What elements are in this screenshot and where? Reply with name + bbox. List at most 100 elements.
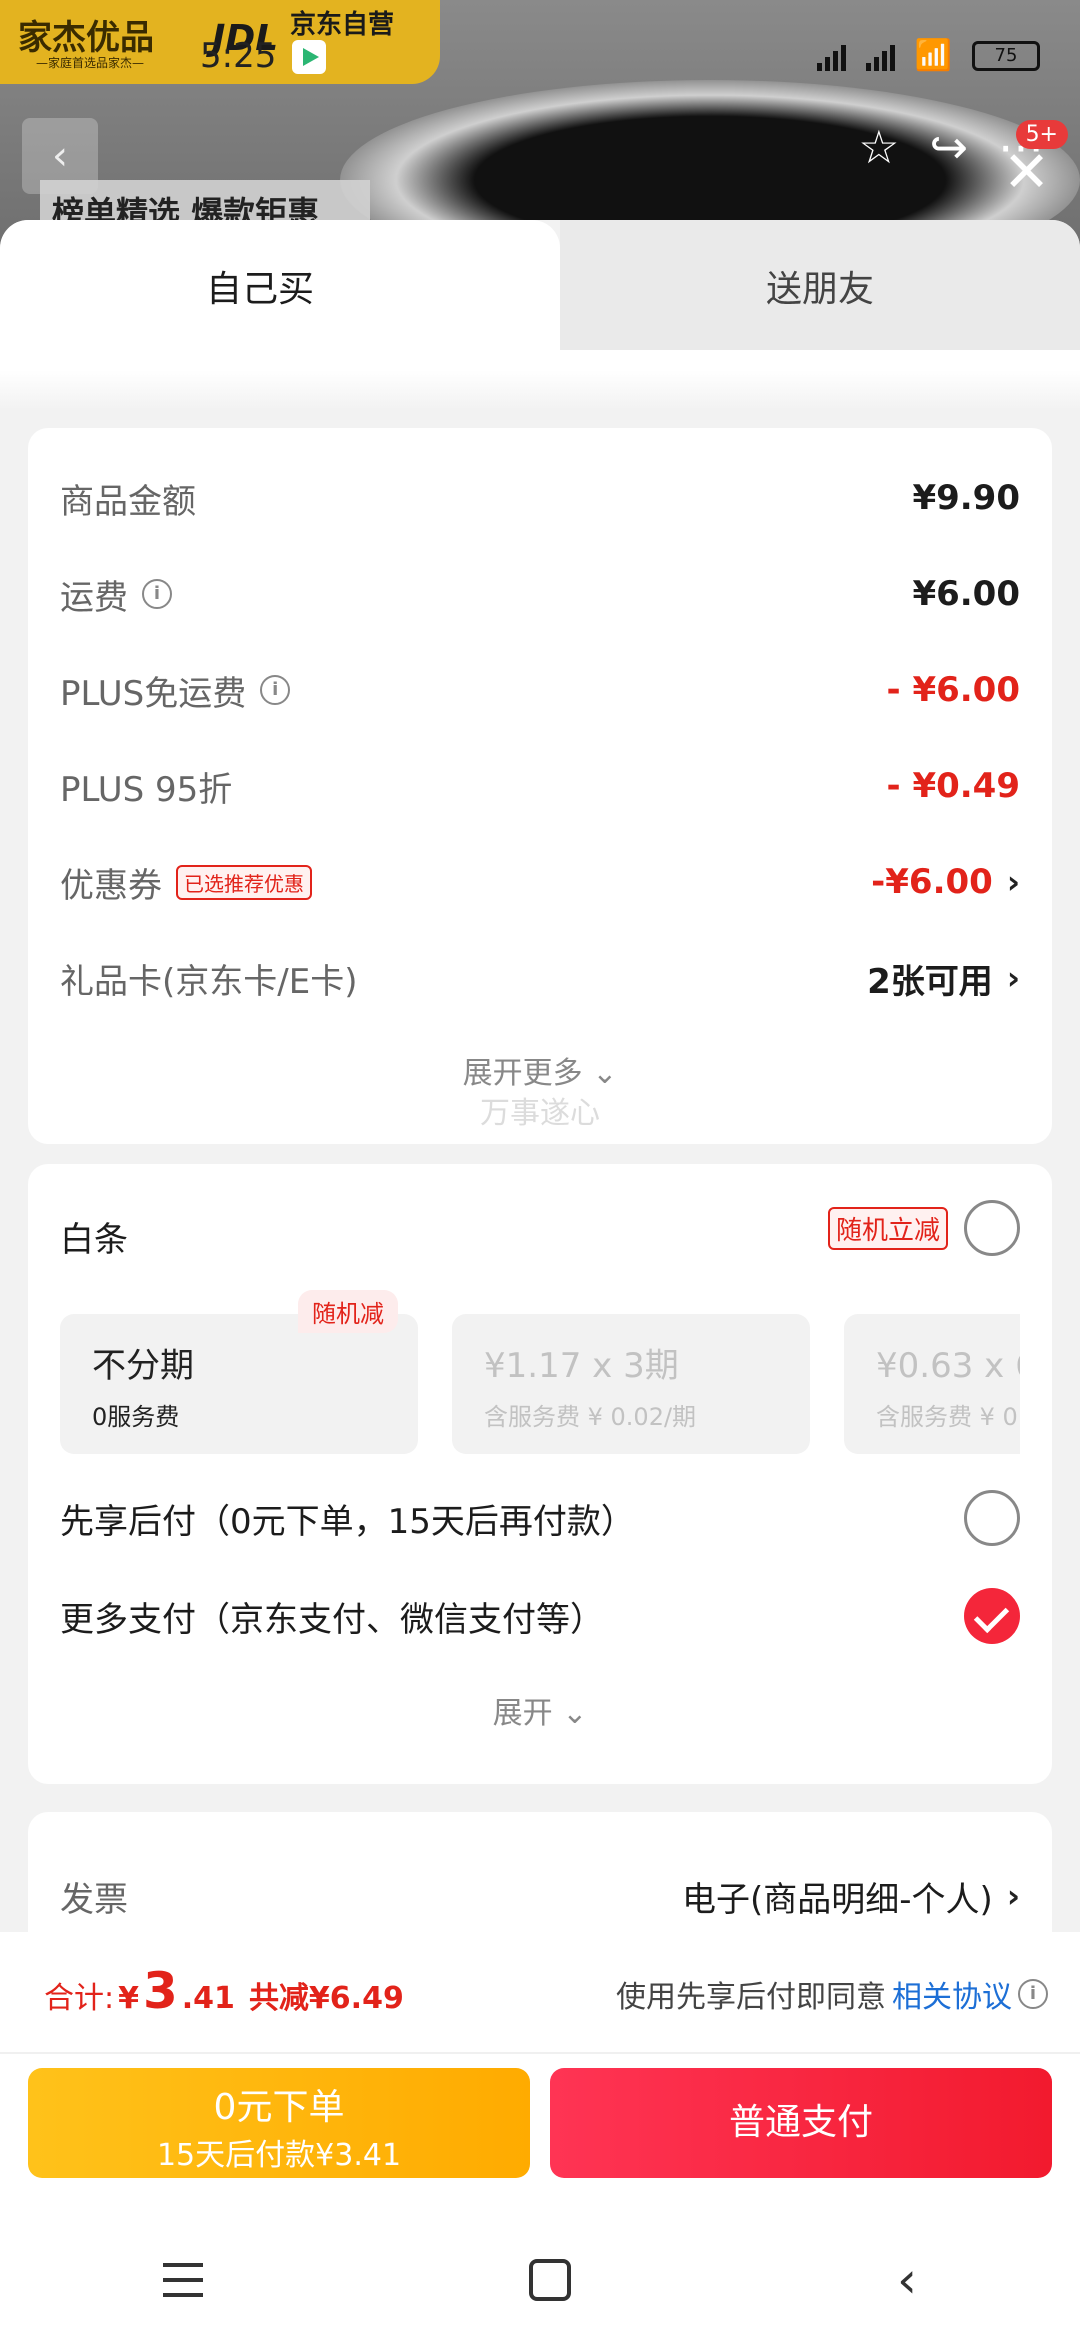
total-dec: .41 [181,1981,235,2016]
installment-option-6[interactable]: ¥0.63 x 6期 含服务费 ¥ 0 [844,1314,1020,1454]
agreement-text: 使用先享后付即同意 [616,1980,886,2015]
plus-free-shipping-label-wrap: PLUS免运费 i [60,666,291,715]
installment-title: ¥0.63 x 6期 [876,1346,1020,1386]
tab-buy-self-label: 自己买 [205,269,314,310]
installment-title: ¥1.17 x 3期 [484,1346,679,1386]
zero-order-button[interactable]: 0元下单 15天后付款¥3.41 [28,2068,530,2178]
price-row-shipping: 运费 i ¥6.00 [60,564,1020,624]
expand-payment-button[interactable]: 展开 ⌄ [28,1688,1052,1732]
chevron-right-icon: › [1006,959,1020,997]
ad-brand: 家杰优品 [18,18,154,58]
agreement-line: 使用先享后付即同意 相关协议 i [616,1972,1048,2016]
signal-icon-2 [865,41,895,71]
info-icon[interactable]: i [260,675,291,705]
gift-card-value: 2张可用 [867,961,993,1002]
back-arrow-icon[interactable]: ‹ [897,2251,917,2309]
status-time: 5:25 [200,36,277,76]
payment-method-card: 白条 随机立减 不分期 0服务费 ¥1.17 x 3期 含服务费 ¥ 0.02/… [28,1164,1052,1784]
goods-amount-value: ¥9.90 [912,478,1020,518]
agreement-link[interactable]: 相关协议 [892,1972,1012,2016]
close-icon[interactable]: ✕ [1003,140,1050,205]
home-icon[interactable] [529,2259,571,2301]
price-row-coupon[interactable]: 优惠券 已选推荐优惠 -¥6.00 › [60,852,1020,912]
total-line: 合计: ¥ 3 .41 共减¥6.49 [44,1962,404,2020]
footer-divider [0,2052,1080,2054]
installment-sub: 含服务费 ¥ 0 [876,1403,1018,1431]
battery-icon: 75 [972,40,1040,71]
coupon-value: -¥6.00 [871,862,993,902]
total-currency: ¥ [118,1981,139,2016]
shipping-label: 运费 [60,577,128,618]
coupon-label: 优惠券 [60,865,162,906]
plus-free-shipping-label: PLUS免运费 [60,673,247,714]
total-label: 合计: [44,1981,115,2016]
chevron-down-icon: ⌄ [592,1056,618,1091]
watermark-text: 万事遂心 [480,1096,600,1131]
wifi-icon: 📶 [914,38,952,73]
price-row-goods: 商品金额 ¥9.90 [60,468,1020,528]
ad-brand-sub: —家庭首选品家杰— [36,56,145,70]
favorite-star-icon[interactable]: ☆ [858,120,899,174]
tab-underlay [0,350,1080,370]
info-icon[interactable]: i [142,579,172,609]
price-row-plus-free-shipping: PLUS免运费 i - ¥6.00 [60,660,1020,720]
chevron-right-icon: › [1006,863,1020,901]
zero-order-sub: 15天后付款¥3.41 [156,2138,402,2173]
random-discount-tag: 随机立减 [827,1206,948,1250]
baitiao-radio[interactable] [964,1200,1020,1256]
total-int: 3 [142,1962,178,2020]
pay-later-label: 先享后付（0元下单，15天后再付款） [60,1501,635,1542]
tab-gift-friend[interactable]: 送朋友 [560,220,1080,350]
more-pay-radio-checked[interactable] [964,1588,1020,1644]
share-icon[interactable]: ↪ [929,120,968,174]
installment-options: 不分期 0服务费 ¥1.17 x 3期 含服务费 ¥ 0.02/期 ¥0.63 … [60,1314,1020,1454]
plus-free-shipping-value: - ¥6.00 [886,670,1021,710]
menu-icon[interactable] [163,2263,203,2297]
installment-option-none[interactable]: 不分期 0服务费 [60,1314,418,1454]
pay-later-row[interactable]: 先享后付（0元下单，15天后再付款） [60,1488,1020,1548]
price-details-card: 商品金额 ¥9.90 运费 i ¥6.00 PLUS免运费 i - ¥6.00 PL… [28,428,1052,1144]
plus-discount-label: PLUS 95折 [60,769,233,810]
info-icon[interactable]: i [1018,1979,1048,2009]
invoice-value-wrap: 电子(商品明细-个人) › [682,1872,1020,1921]
invoice-row: 发票 电子(商品明细-个人) › [60,1866,1020,1926]
installment-sub: 0服务费 [92,1403,180,1431]
ad-jd-text-line1: 京东自营 [290,10,395,40]
installment-option-3[interactable]: ¥1.17 x 3期 含服务费 ¥ 0.02/期 [452,1314,810,1454]
more-pay-row[interactable]: 更多支付（京东支付、微信支付等） [60,1586,1020,1646]
tab-fade [0,370,1080,410]
coupon-value-wrap: -¥6.00 › [871,862,1020,902]
coupon-label-wrap: 优惠券 已选推荐优惠 [60,858,312,907]
more-pay-label: 更多支付（京东支付、微信支付等） [60,1599,604,1640]
total-saved: 共减¥6.49 [248,1981,404,2016]
shipping-label-wrap: 运费 i [60,570,172,619]
price-row-gift-card[interactable]: 礼品卡(京东卡/E卡) 2张可用 › [60,948,1020,1008]
invoice-value: 电子(商品明细-个人) [682,1879,993,1920]
tab-gift-friend-label: 送朋友 [765,269,874,310]
goods-amount-label: 商品金额 [60,481,196,522]
chevron-down-icon: ⌄ [562,1696,588,1731]
baitiao-title: 白条 [60,1220,128,1260]
ad-jd-text: 京东自营 [290,10,394,40]
installment-sub: 含服务费 ¥ 0.02/期 [484,1403,697,1431]
normal-pay-button[interactable]: 普通支付 [550,2068,1052,2178]
invoice-label: 发票 [60,1879,128,1920]
play-store-icon [292,40,326,74]
expand-more-button[interactable]: 展开更多 ⌄ [28,1048,1052,1092]
signal-icon [816,41,846,71]
zero-order-label: 0元下单 [213,2087,345,2128]
baitiao-select: 随机立减 [827,1200,1020,1256]
random-reduce-tag: 随机减 [298,1290,398,1333]
tab-buy-self[interactable]: 自己买 [0,220,560,370]
chevron-right-icon: › [1006,1877,1020,1915]
shipping-value: ¥6.00 [912,574,1020,614]
expand-payment-label: 展开 [492,1696,553,1731]
purchase-tabs: 送朋友 自己买 [0,220,1080,370]
installment-title: 不分期 [92,1346,194,1386]
system-nav-bar: ‹ [0,2220,1080,2340]
plus-discount-value: - ¥0.49 [886,766,1021,806]
price-row-plus-discount: PLUS 95折 - ¥0.49 [60,756,1020,816]
status-bar-icons: 📶 75 [816,38,1040,73]
gift-card-value-wrap: 2张可用 › [867,954,1020,1003]
pay-later-radio[interactable] [964,1490,1020,1546]
